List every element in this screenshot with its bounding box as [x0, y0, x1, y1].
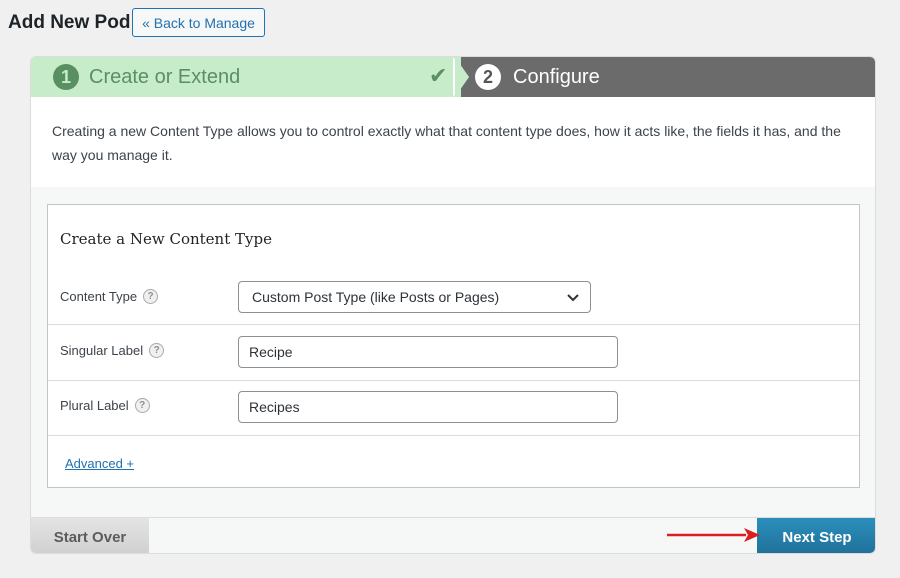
check-icon: ✔: [429, 63, 448, 88]
help-icon[interactable]: ?: [134, 398, 150, 413]
wizard-steps: 2 Configure 1 Create or Extend ✔: [31, 57, 875, 97]
intro-text: Creating a new Content Type allows you t…: [52, 123, 841, 163]
step-arrow: [455, 57, 469, 97]
step-label-configure: Configure: [513, 66, 600, 88]
plural-label-input[interactable]: Recipes: [238, 391, 618, 423]
row-content-type: Content Type ? Custom Post Type (like Po…: [48, 205, 859, 325]
content-type-select[interactable]: Custom Post Type (like Posts or Pages): [238, 281, 591, 313]
step-label-create: Create or Extend: [89, 66, 241, 88]
row-plural-label: Plural Label ? Recipes: [48, 381, 859, 436]
chevron-down-icon: [567, 294, 579, 302]
plural-label-text: Plural Label: [60, 398, 129, 413]
step-number-1: 1: [53, 64, 79, 90]
start-over-button[interactable]: Start Over: [31, 518, 149, 553]
singular-label-input[interactable]: Recipe: [238, 336, 618, 368]
red-arrow-icon: [667, 528, 760, 542]
step-create-or-extend: 1 Create or Extend ✔: [31, 57, 461, 97]
help-icon[interactable]: ?: [149, 343, 165, 358]
content-type-label-wrap: Content Type ?: [60, 289, 159, 304]
content-type-value: Custom Post Type (like Posts or Pages): [252, 289, 500, 305]
add-pod-panel: 2 Configure 1 Create or Extend ✔ Creatin…: [30, 56, 876, 554]
singular-label-text: Singular Label: [60, 343, 144, 358]
next-step-button[interactable]: Next Step: [757, 518, 875, 553]
row-singular-label: Singular Label ? Recipe: [48, 325, 859, 381]
singular-label-wrap: Singular Label ?: [60, 343, 165, 358]
plural-label-wrap: Plural Label ?: [60, 398, 150, 413]
step-number-2: 2: [475, 64, 501, 90]
step-configure: 2 Configure: [451, 57, 875, 97]
advanced-link[interactable]: Advanced +: [65, 456, 134, 471]
help-icon[interactable]: ?: [143, 289, 159, 304]
back-to-manage-button[interactable]: « Back to Manage: [132, 8, 265, 37]
page-title: Add New Pod: [8, 12, 131, 33]
content-type-form: Create a New Content Type Content Type ?…: [47, 204, 860, 488]
content-type-label: Content Type: [60, 289, 138, 304]
